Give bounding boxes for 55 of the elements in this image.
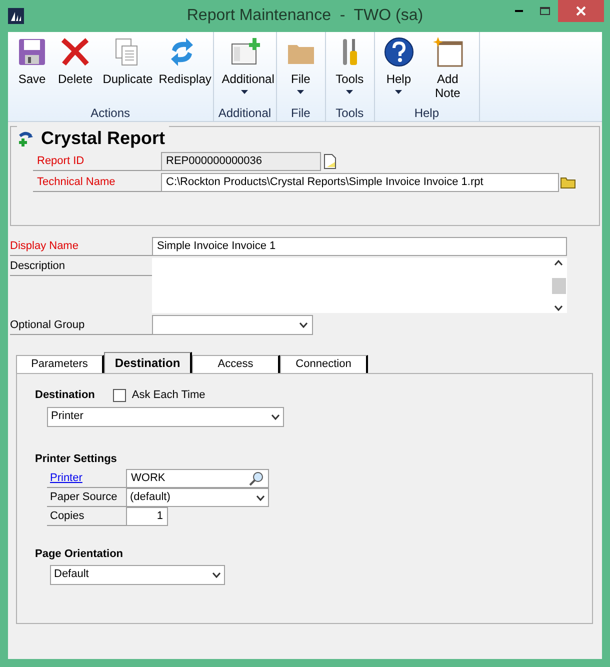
group-label: Tools <box>336 105 364 120</box>
group-label: File <box>291 105 310 120</box>
dropdown[interactable]: Printer <box>47 406 284 426</box>
tab[interactable]: Access <box>192 355 280 373</box>
folder-icon[interactable] <box>560 176 576 189</box>
ribbon-button[interactable]: Add Note <box>420 36 476 100</box>
document-icon[interactable] <box>324 154 336 169</box>
ribbon-button[interactable]: Tools <box>328 36 371 94</box>
number-field[interactable]: 1 <box>126 507 168 526</box>
ribbon-button[interactable]: Delete <box>53 36 98 86</box>
text-field[interactable]: Simple Invoice Invoice 1 <box>152 237 567 256</box>
caret-icon <box>395 90 402 94</box>
chevron-up-icon[interactable] <box>554 260 563 266</box>
x-mark-icon <box>59 36 92 68</box>
text-field[interactable]: C:\Rockton Products\Crystal Reports\Simple Invoice Invoice 1.rpt <box>161 173 559 192</box>
group-label: Help <box>414 105 440 120</box>
close-icon <box>576 6 586 16</box>
section-label: Page Orientation <box>35 547 124 562</box>
window-title: Report Maintenance - TWO (sa) <box>186 6 424 26</box>
chevron-down-icon[interactable] <box>554 305 563 311</box>
dropdown[interactable]: (default) <box>126 488 269 507</box>
caret-icon <box>241 90 248 94</box>
app-logo-icon <box>8 8 24 24</box>
caret-icon <box>297 90 304 94</box>
search-icon[interactable] <box>248 470 264 486</box>
chevron-down-icon <box>212 572 221 578</box>
tab[interactable]: Connection <box>280 355 368 373</box>
close-button[interactable] <box>558 0 604 22</box>
chevron-down-icon <box>299 322 308 328</box>
checkbox-label: Ask Each Time <box>132 388 206 403</box>
note-icon <box>432 36 464 68</box>
section-label: Destination <box>35 388 95 403</box>
tab[interactable]: Destination <box>104 352 192 373</box>
arrow-plus-icon <box>17 130 35 148</box>
caret-icon <box>346 90 354 94</box>
chevron-down-icon <box>271 414 280 420</box>
tab[interactable]: Parameters <box>16 355 104 373</box>
ribbon-button[interactable]: Redisplay <box>154 36 210 86</box>
ribbon-button[interactable]: Help <box>378 36 420 94</box>
ribbon-button[interactable]: File <box>280 36 322 94</box>
dropdown[interactable] <box>152 315 313 335</box>
section-title: Crystal Report <box>41 127 166 150</box>
text-field[interactable]: WORK <box>126 469 269 488</box>
ribbon-button[interactable]: Additional <box>216 36 273 94</box>
question-mark-icon <box>382 36 415 68</box>
dropdown[interactable]: Default <box>50 564 225 584</box>
section-label: Printer Settings <box>35 452 118 466</box>
checkbox[interactable] <box>112 388 126 402</box>
group-label: Actions <box>90 105 130 120</box>
chevron-down-icon <box>256 494 265 500</box>
ribbon-button[interactable]: Save <box>11 36 53 86</box>
text-field[interactable]: REP000000000036 <box>161 152 321 171</box>
group-label: Additional <box>218 105 272 120</box>
ribbon-button[interactable]: Duplicate <box>98 36 154 86</box>
scrollbar[interactable] <box>550 258 567 313</box>
